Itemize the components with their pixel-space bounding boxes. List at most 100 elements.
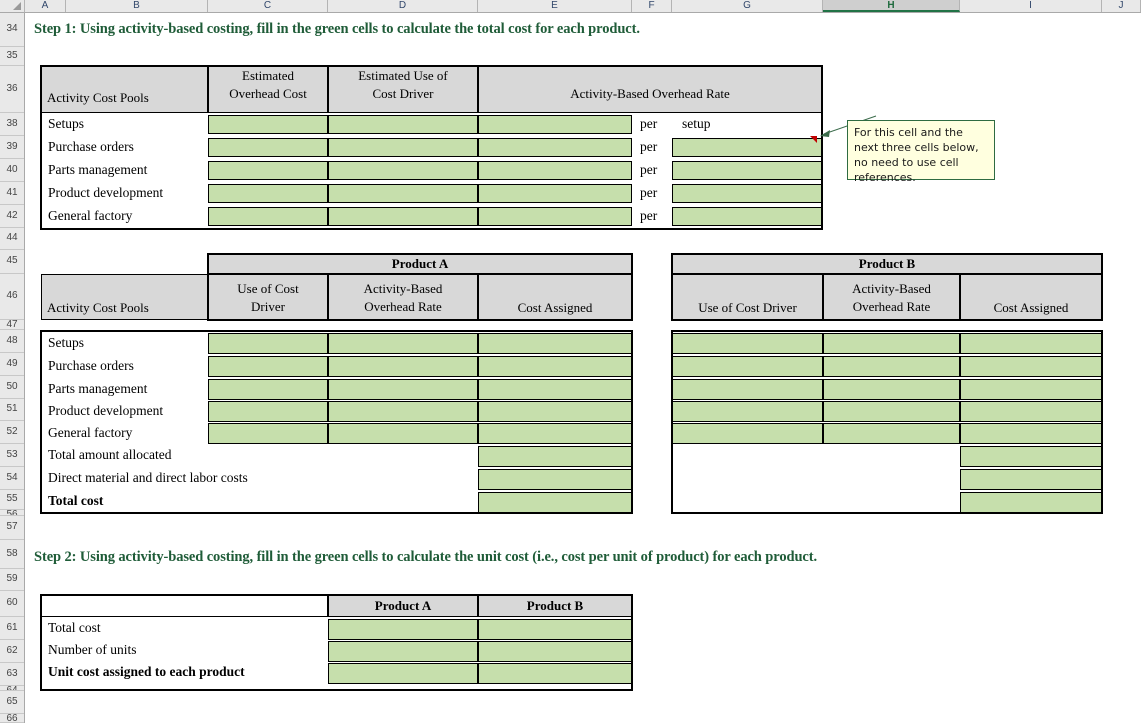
- abc-input-estuse-1[interactable]: [328, 138, 478, 157]
- product-b-summary-input-2[interactable]: [960, 492, 1102, 513]
- row-header-53[interactable]: 53: [0, 444, 24, 467]
- row-header-57[interactable]: 57: [0, 516, 24, 540]
- product-b-summary-input-1[interactable]: [960, 469, 1102, 490]
- abc-input-rate-3[interactable]: [478, 184, 632, 203]
- product-b-input-assigned-2[interactable]: [960, 379, 1102, 400]
- row-header-41[interactable]: 41: [0, 182, 24, 205]
- abc-input-estuse-4[interactable]: [328, 207, 478, 226]
- product-b-input-usecost-2[interactable]: [672, 379, 823, 400]
- abc-input-estuse-0[interactable]: [328, 115, 478, 134]
- column-header-a[interactable]: A: [25, 0, 66, 12]
- abc-input-rate-0[interactable]: [478, 115, 632, 134]
- product-a-input-rate-3[interactable]: [328, 401, 478, 422]
- product-a-input-rate-1[interactable]: [328, 356, 478, 377]
- product-a-input-usecost-4[interactable]: [208, 423, 328, 444]
- select-all-corner[interactable]: [0, 0, 25, 13]
- abc-input-rate-2[interactable]: [478, 161, 632, 180]
- product-a-input-assigned-3[interactable]: [478, 401, 632, 422]
- column-header-h[interactable]: H: [823, 0, 960, 12]
- product-b-summary-input-0[interactable]: [960, 446, 1102, 467]
- row-header-58[interactable]: 58: [0, 540, 24, 569]
- product-b-input-assigned-4[interactable]: [960, 423, 1102, 444]
- abc-input-estcost-2[interactable]: [208, 161, 328, 180]
- row-header-52[interactable]: 52: [0, 421, 24, 444]
- cell-comment-callout[interactable]: For this cell and the next three cells b…: [847, 120, 995, 184]
- product-b-input-rate-2[interactable]: [823, 379, 960, 400]
- abc-input-estcost-0[interactable]: [208, 115, 328, 134]
- step2-input-product-a-0[interactable]: [328, 619, 478, 640]
- product-a-input-usecost-0[interactable]: [208, 333, 328, 354]
- product-b-input-rate-4[interactable]: [823, 423, 960, 444]
- column-header-c[interactable]: C: [208, 0, 328, 12]
- row-header-40[interactable]: 40: [0, 159, 24, 182]
- product-a-input-usecost-1[interactable]: [208, 356, 328, 377]
- product-a-input-rate-2[interactable]: [328, 379, 478, 400]
- column-header-b[interactable]: B: [66, 0, 208, 12]
- product-a-input-assigned-0[interactable]: [478, 333, 632, 354]
- product-b-input-rate-0[interactable]: [823, 333, 960, 354]
- product-a-input-assigned-2[interactable]: [478, 379, 632, 400]
- product-a-input-usecost-2[interactable]: [208, 379, 328, 400]
- row-header-45[interactable]: 45: [0, 250, 24, 274]
- column-header-e[interactable]: E: [478, 0, 632, 12]
- product-b-input-assigned-0[interactable]: [960, 333, 1102, 354]
- row-header-50[interactable]: 50: [0, 376, 24, 399]
- row-header-66[interactable]: 66: [0, 714, 24, 723]
- row-header-54[interactable]: 54: [0, 467, 24, 490]
- product-b-input-rate-1[interactable]: [823, 356, 960, 377]
- step2-input-product-b-0[interactable]: [478, 619, 632, 640]
- row-header-48[interactable]: 48: [0, 330, 24, 353]
- step2-input-product-a-1[interactable]: [328, 641, 478, 662]
- abc-input-estcost-4[interactable]: [208, 207, 328, 226]
- row-header-34[interactable]: 34: [0, 13, 24, 47]
- row-header-44[interactable]: 44: [0, 228, 24, 250]
- product-a-input-assigned-4[interactable]: [478, 423, 632, 444]
- abc-input-unit-1[interactable]: [672, 138, 823, 157]
- abc-input-rate-1[interactable]: [478, 138, 632, 157]
- row-header-61[interactable]: 61: [0, 617, 24, 640]
- abc-input-unit-2[interactable]: [672, 161, 823, 180]
- step2-input-product-b-1[interactable]: [478, 641, 632, 662]
- abc-input-rate-4[interactable]: [478, 207, 632, 226]
- product-a-input-rate-0[interactable]: [328, 333, 478, 354]
- column-header-i[interactable]: I: [960, 0, 1102, 12]
- product-a-input-usecost-3[interactable]: [208, 401, 328, 422]
- row-header-49[interactable]: 49: [0, 353, 24, 376]
- row-header-36[interactable]: 36: [0, 66, 24, 113]
- product-b-input-usecost-3[interactable]: [672, 401, 823, 422]
- row-header-55[interactable]: 55: [0, 490, 24, 510]
- row-header-59[interactable]: 59: [0, 569, 24, 591]
- abc-input-estcost-1[interactable]: [208, 138, 328, 157]
- row-header-38[interactable]: 38: [0, 113, 24, 136]
- row-header-60[interactable]: 60: [0, 591, 24, 617]
- product-b-input-rate-3[interactable]: [823, 401, 960, 422]
- row-header-62[interactable]: 62: [0, 640, 24, 663]
- abc-input-estuse-3[interactable]: [328, 184, 478, 203]
- product-b-input-usecost-4[interactable]: [672, 423, 823, 444]
- column-header-d[interactable]: D: [328, 0, 478, 12]
- product-a-input-assigned-1[interactable]: [478, 356, 632, 377]
- row-header-63[interactable]: 63: [0, 663, 24, 686]
- column-header-g[interactable]: G: [672, 0, 823, 12]
- abc-input-unit-4[interactable]: [672, 207, 823, 226]
- step2-input-product-a-2[interactable]: [328, 663, 478, 684]
- column-header-f[interactable]: F: [632, 0, 672, 12]
- row-header-47[interactable]: 47: [0, 320, 24, 330]
- row-header-65[interactable]: 65: [0, 691, 24, 714]
- column-header-j[interactable]: J: [1102, 0, 1141, 12]
- abc-input-estcost-3[interactable]: [208, 184, 328, 203]
- step2-input-product-b-2[interactable]: [478, 663, 632, 684]
- row-header-35[interactable]: 35: [0, 47, 24, 66]
- product-b-input-usecost-0[interactable]: [672, 333, 823, 354]
- row-header-39[interactable]: 39: [0, 136, 24, 159]
- product-a-summary-input-0[interactable]: [478, 446, 632, 467]
- row-header-46[interactable]: 46: [0, 274, 24, 320]
- product-b-input-assigned-3[interactable]: [960, 401, 1102, 422]
- product-a-input-rate-4[interactable]: [328, 423, 478, 444]
- abc-input-estuse-2[interactable]: [328, 161, 478, 180]
- product-a-summary-input-2[interactable]: [478, 492, 632, 513]
- product-b-input-usecost-1[interactable]: [672, 356, 823, 377]
- product-a-summary-input-1[interactable]: [478, 469, 632, 490]
- abc-input-unit-3[interactable]: [672, 184, 823, 203]
- row-header-51[interactable]: 51: [0, 399, 24, 421]
